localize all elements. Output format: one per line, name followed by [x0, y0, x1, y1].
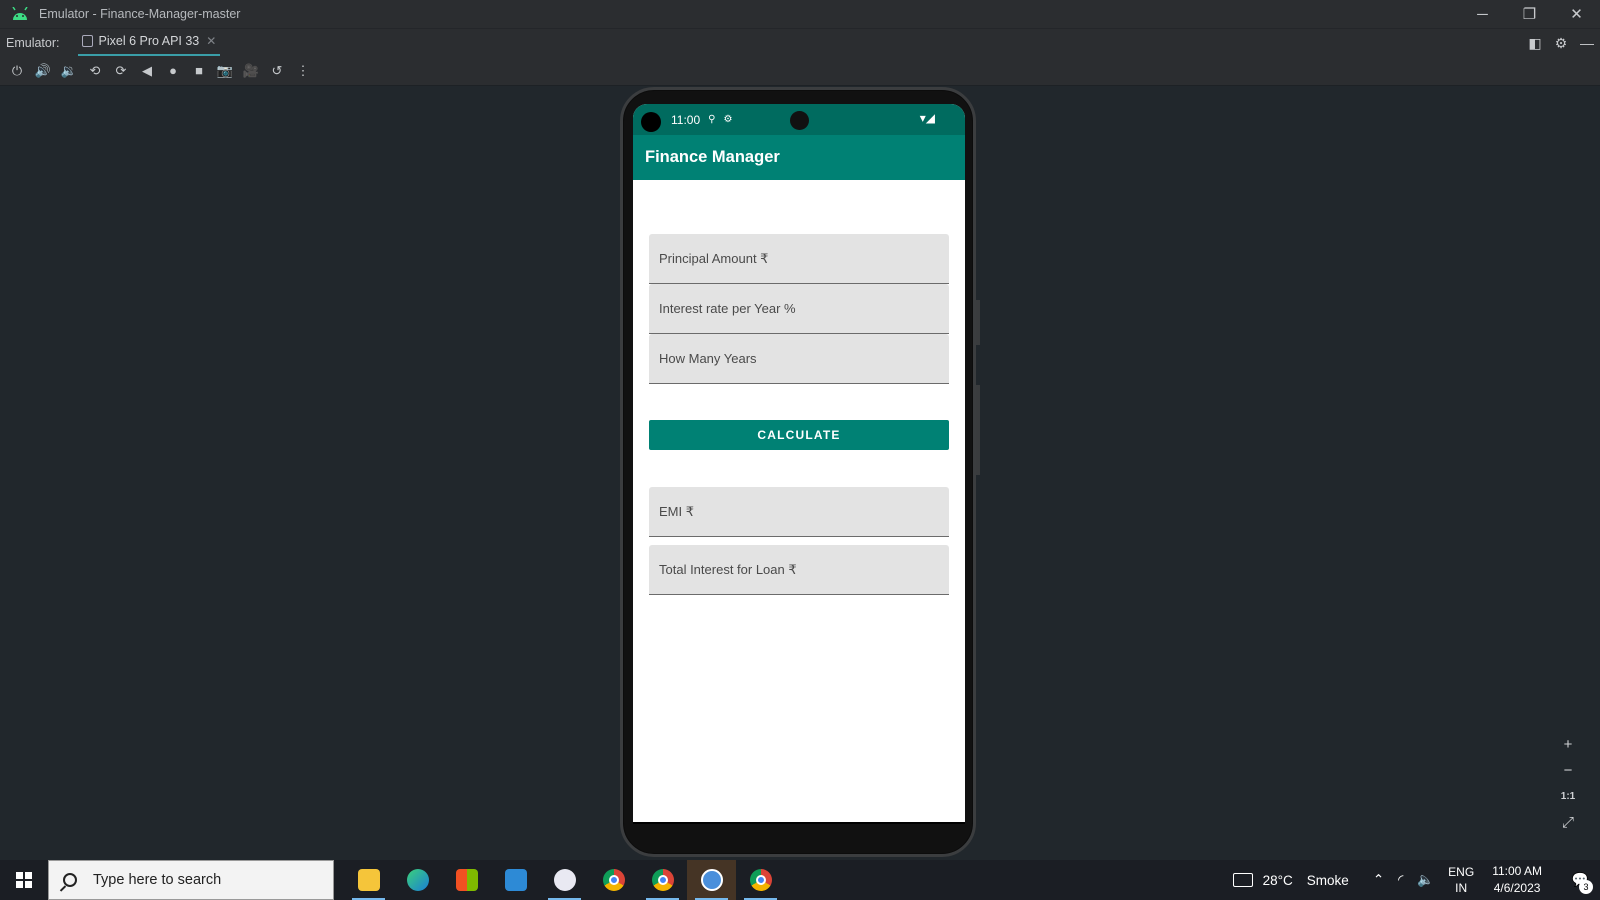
folder-icon — [357, 869, 380, 891]
system-tray: 28°C Smoke ⌃ ◜ 🔈 ENG IN 11:00 AM 4/6/202… — [1232, 860, 1600, 900]
app-bar: Finance Manager — [633, 135, 965, 180]
chrome-app-2[interactable] — [638, 860, 687, 900]
paint-app[interactable] — [540, 860, 589, 900]
clock[interactable]: 11:00 AM 4/6/2023 — [1492, 863, 1542, 897]
notification-center-button[interactable]: 💬 3 — [1560, 860, 1600, 900]
android-studio-app[interactable] — [687, 860, 736, 900]
front-camera-icon — [790, 111, 809, 130]
zoom-in-button[interactable]: + — [1564, 731, 1573, 757]
app-content: Principal Amount ₹ Interest rate per Yea… — [633, 180, 965, 804]
status-dot-icon — [641, 111, 661, 132]
search-placeholder: Type here to search — [93, 872, 222, 888]
zoom-actual-size-button[interactable]: 1:1 — [1561, 783, 1575, 809]
device-icon — [81, 35, 93, 47]
file-explorer-app[interactable] — [344, 860, 393, 900]
window-title: Emulator - Finance-Manager-master — [39, 7, 241, 21]
show-hidden-icons-chevron-icon[interactable]: ⌃ — [1373, 872, 1384, 888]
chrome-icon — [602, 869, 625, 891]
home-icon[interactable]: ● — [160, 60, 186, 82]
weather-condition[interactable]: Smoke — [1307, 873, 1349, 888]
screen-record-icon[interactable]: 🎥 — [238, 60, 264, 82]
gesture-nav-bar — [633, 822, 965, 824]
more-options-icon[interactable]: ⋮ — [290, 60, 316, 82]
total-interest-field[interactable]: Total Interest for Loan ₹ — [649, 545, 949, 595]
interest-rate-field[interactable]: Interest rate per Year % — [649, 284, 949, 334]
tab-pixel-6-pro[interactable]: Pixel 6 Pro API 33 ✕ — [77, 29, 221, 57]
lang-region: IN — [1455, 881, 1468, 895]
chrome-app-3[interactable] — [736, 860, 785, 900]
screenshot-camera-icon[interactable]: 📷 — [212, 60, 238, 82]
app-title: Finance Manager — [645, 148, 780, 166]
minimize-icon[interactable]: ─ — [1459, 0, 1506, 28]
taskbar-search-box[interactable]: Type here to search — [48, 860, 334, 900]
windows-logo-icon — [16, 872, 32, 888]
lang-code: ENG — [1448, 865, 1475, 879]
zoom-out-button[interactable]: − — [1564, 757, 1573, 783]
store-icon — [455, 869, 478, 891]
weather-icon[interactable] — [1232, 873, 1253, 887]
chrome-icon — [651, 869, 674, 891]
calculate-button[interactable]: CALCULATE — [649, 420, 949, 450]
edge-app[interactable] — [393, 860, 442, 900]
language-indicator[interactable]: ENG IN — [1448, 864, 1474, 896]
volume-icon[interactable]: 🔈 — [1417, 872, 1434, 888]
zoom-controls: + − 1:1 ⤢ — [1554, 731, 1582, 841]
android-icon — [11, 6, 29, 21]
emi-field[interactable]: EMI ₹ — [649, 487, 949, 537]
settings-status-icon: ⚙ — [723, 114, 733, 125]
emulator-tab-bar: Emulator: Pixel 6 Pro API 33 ✕ ◧ ⚙ — — [0, 28, 1600, 57]
side-button — [976, 300, 980, 345]
tab-label: Pixel 6 Pro API 33 — [98, 34, 200, 48]
chrome-icon — [749, 869, 772, 891]
title-bar: Emulator - Finance-Manager-master ─ ❐ ✕ — [0, 0, 1600, 28]
mail-app[interactable] — [491, 860, 540, 900]
store-app[interactable] — [442, 860, 491, 900]
power-icon[interactable]: ⏻ — [4, 60, 30, 82]
emulator-toolbar: ⏻ 🔊 🔉 ⟲ ⟳ ◀ ● ■ 📷 🎥 ↺ ⋮ — [0, 56, 1600, 86]
status-bar: 11:00 ⚲ ⚙ ▾◢ — [633, 104, 965, 135]
clock-date: 4/6/2023 — [1493, 881, 1541, 895]
settings-gear-icon[interactable]: ⚙ — [1548, 35, 1574, 52]
zoom-fit-icon[interactable]: ⤢ — [1562, 809, 1574, 835]
android-studio-icon — [700, 869, 723, 891]
back-icon[interactable]: ◀ — [134, 60, 160, 82]
usb-debug-icon: ⚲ — [708, 114, 716, 125]
status-time: 11:00 — [671, 112, 701, 127]
phone-frame: 11:00 ⚲ ⚙ ▾◢ Finance Manager Principal A… — [620, 87, 980, 857]
start-button[interactable] — [0, 860, 48, 900]
mail-icon — [504, 869, 527, 891]
edge-icon — [406, 869, 429, 891]
weather-temp[interactable]: 28°C — [1263, 873, 1293, 888]
windows-taskbar: Type here to search 28°C Smoke ⌃ ◜ 🔈 ENG… — [0, 860, 1600, 900]
overview-icon[interactable]: ■ — [186, 60, 212, 82]
phone-screen: 11:00 ⚲ ⚙ ▾◢ Finance Manager Principal A… — [633, 104, 965, 824]
volume-rocker — [976, 385, 980, 475]
network-icon[interactable]: ◜ — [1398, 872, 1403, 888]
rotate-right-icon[interactable]: ⟳ — [108, 60, 134, 82]
layout-icon[interactable]: ◧ — [1522, 35, 1548, 52]
clock-time: 11:00 AM — [1492, 864, 1542, 878]
emulator-label: Emulator: — [6, 35, 60, 50]
palette-icon — [553, 869, 576, 891]
close-icon[interactable]: ✕ — [1553, 0, 1600, 28]
volume-up-icon[interactable]: 🔊 — [30, 60, 56, 82]
volume-down-icon[interactable]: 🔉 — [56, 60, 82, 82]
chrome-app-1[interactable] — [589, 860, 638, 900]
hide-panel-icon[interactable]: — — [1574, 35, 1600, 51]
years-field[interactable]: How Many Years — [649, 334, 949, 384]
principal-amount-field[interactable]: Principal Amount ₹ — [649, 234, 949, 284]
wifi-signal-icon: ▾◢ — [919, 111, 935, 125]
notification-badge: 3 — [1579, 880, 1593, 894]
rotate-left-icon[interactable]: ⟲ — [82, 60, 108, 82]
tab-close-icon[interactable]: ✕ — [206, 34, 216, 48]
restore-icon[interactable]: ❐ — [1506, 0, 1553, 28]
snapshot-restore-icon[interactable]: ↺ — [264, 60, 290, 82]
search-icon — [63, 873, 77, 887]
